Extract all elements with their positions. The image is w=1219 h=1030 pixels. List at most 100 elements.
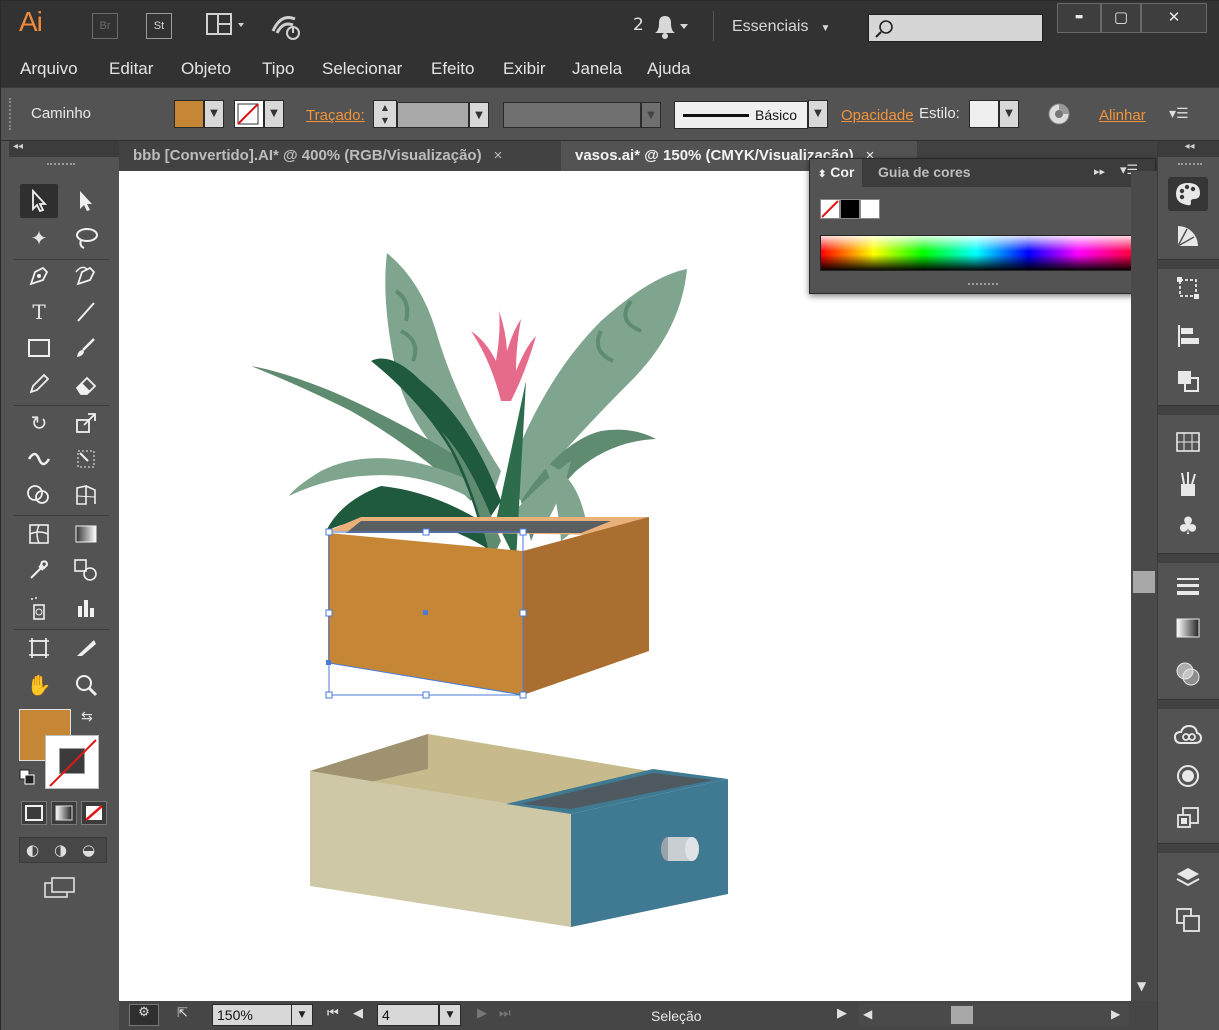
dock-group-divider[interactable] [1158, 553, 1219, 563]
first-artboard-icon[interactable]: ⏮ [327, 1006, 339, 1021]
dock-group-divider[interactable] [1158, 405, 1219, 415]
menu-janela[interactable]: Janela [572, 59, 622, 79]
dock-grip[interactable] [1178, 163, 1202, 167]
tab-guia-de-cores[interactable]: Guia de cores [870, 159, 979, 187]
align-icon[interactable] [1168, 319, 1208, 353]
rectangle-tool-icon[interactable] [20, 331, 58, 365]
blend-tool-icon[interactable] [67, 553, 105, 587]
artboard-number-field[interactable]: 4 [377, 1004, 439, 1026]
dock-collapse-header[interactable]: ◂◂ [1158, 141, 1219, 157]
stroke-weight-dropdown[interactable]: ▼ [469, 102, 489, 128]
none-swatch[interactable] [820, 199, 840, 219]
pathfinder-icon[interactable] [1168, 364, 1208, 398]
menu-selecionar[interactable]: Selecionar [322, 59, 402, 79]
swap-fill-stroke-icon[interactable]: ⇆ [81, 709, 93, 725]
eraser-tool-icon[interactable] [67, 367, 105, 401]
menu-tipo[interactable]: Tipo [262, 59, 294, 79]
stroke-dropdown[interactable]: ▼ [264, 100, 284, 128]
menu-ajuda[interactable]: Ajuda [647, 59, 690, 79]
brush-dropdown[interactable]: ▼ [808, 100, 828, 128]
none-mode-button[interactable] [81, 801, 107, 825]
draw-behind-icon[interactable]: ◑ [54, 841, 67, 859]
color-guide-icon[interactable] [1168, 219, 1208, 253]
menu-objeto[interactable]: Objeto [181, 59, 231, 79]
artboards-icon[interactable] [1168, 903, 1208, 937]
stroke-color-box[interactable] [45, 735, 99, 789]
graphic-style-dropdown[interactable]: ▼ [999, 100, 1019, 128]
color-spectrum-bar[interactable] [820, 235, 1132, 271]
gradient-tool-icon[interactable] [67, 517, 105, 551]
pencil-tool-icon[interactable] [20, 367, 58, 401]
workspace-switcher[interactable]: Essenciais ▼ [732, 18, 830, 36]
minimize-button[interactable]: ▬ [1057, 3, 1101, 33]
recolor-artwork-icon[interactable] [1047, 102, 1071, 130]
tab-cor[interactable]: ⬍ Cor [810, 159, 863, 187]
stroke-weight-field[interactable] [397, 102, 469, 128]
screen-mode-icon[interactable] [43, 875, 77, 905]
align-panel-link[interactable]: Alinhar [1099, 107, 1146, 124]
bell-icon[interactable] [651, 13, 693, 45]
transform-icon[interactable] [1168, 271, 1208, 305]
lasso-tool-icon[interactable] [67, 221, 105, 255]
zoom-level-field[interactable]: 150% [212, 1004, 292, 1026]
width-tool-icon[interactable] [20, 442, 58, 476]
close-button[interactable]: ✕ [1141, 3, 1207, 33]
zoom-tool-icon[interactable] [67, 668, 105, 702]
vertical-scrollbar[interactable]: ▼ [1131, 171, 1157, 1001]
share-icon[interactable]: ⇱ [177, 1006, 188, 1021]
menu-editar[interactable]: Editar [109, 59, 153, 79]
variable-width-profile-field[interactable] [503, 102, 641, 128]
tools-panel-header[interactable]: ◂◂ [9, 141, 119, 157]
transparency-icon[interactable] [1168, 657, 1208, 691]
panel-bottom-grip[interactable] [968, 283, 998, 291]
stroke-panel-link[interactable]: Traçado: [306, 107, 365, 124]
symbols-icon[interactable]: ♣ [1168, 509, 1208, 543]
direct-selection-tool-icon[interactable] [67, 184, 105, 218]
horizontal-scroll-thumb[interactable] [951, 1006, 973, 1024]
bridge-button[interactable]: Br [92, 13, 118, 39]
stroke-icon[interactable] [1168, 569, 1208, 603]
selection-tool-icon[interactable] [20, 184, 58, 218]
stroke-swatch-button[interactable] [234, 100, 264, 128]
opacity-panel-link[interactable]: Opacidade [841, 107, 914, 124]
stroke-weight-stepper[interactable]: ▲ ▼ [373, 100, 397, 128]
tab-close-icon[interactable]: × [494, 147, 503, 164]
gradient-mode-button[interactable] [51, 801, 77, 825]
draw-normal-icon[interactable]: ◐ [26, 841, 39, 859]
stock-button[interactable]: St [146, 13, 172, 39]
white-swatch[interactable] [860, 199, 880, 219]
color-panel-icon[interactable] [1168, 177, 1208, 211]
artboard-tool-icon[interactable] [20, 631, 58, 665]
menu-arquivo[interactable]: Arquivo [20, 59, 78, 79]
arrange-documents-icon[interactable] [206, 11, 250, 43]
shape-builder-tool-icon[interactable] [20, 478, 58, 512]
graphic-styles-icon[interactable] [1168, 801, 1208, 835]
gpu-settings-icon[interactable]: ⚙ [129, 1004, 159, 1026]
slice-tool-icon[interactable] [67, 631, 105, 665]
hand-tool-icon[interactable]: ✋ [20, 668, 58, 702]
graphic-style-swatch[interactable] [969, 100, 999, 128]
draw-inside-icon[interactable]: ◒ [82, 841, 95, 859]
brushes-icon[interactable] [1168, 467, 1208, 501]
scroll-right-icon[interactable]: ▶ [1111, 1007, 1120, 1021]
tools-grip[interactable] [47, 163, 75, 167]
help-search-input[interactable] [868, 14, 1043, 42]
pen-tool-icon[interactable] [20, 259, 58, 293]
artboard-dropdown[interactable]: ▼ [439, 1004, 461, 1026]
horizontal-scrollbar[interactable]: ◀ ▶ [859, 1004, 1129, 1026]
symbol-sprayer-tool-icon[interactable] [20, 591, 58, 625]
brush-definition-field[interactable]: Básico [674, 101, 808, 129]
color-mode-button[interactable] [21, 801, 47, 825]
artboard-canvas[interactable] [119, 171, 1131, 1001]
collapse-panel-icon[interactable]: ▸▸ [1094, 165, 1105, 178]
maximize-button[interactable]: ▢ [1101, 3, 1141, 33]
column-graph-tool-icon[interactable] [67, 591, 105, 625]
control-bar-grip[interactable] [9, 98, 12, 130]
status-menu-icon[interactable]: ▶ [837, 1006, 847, 1021]
variable-width-dropdown[interactable]: ▼ [641, 102, 661, 128]
perspective-grid-tool-icon[interactable] [67, 478, 105, 512]
swatches-icon[interactable] [1168, 425, 1208, 459]
scale-tool-icon[interactable] [67, 406, 105, 440]
fill-swatch-button[interactable] [174, 100, 204, 128]
type-tool-icon[interactable]: T [20, 295, 58, 329]
